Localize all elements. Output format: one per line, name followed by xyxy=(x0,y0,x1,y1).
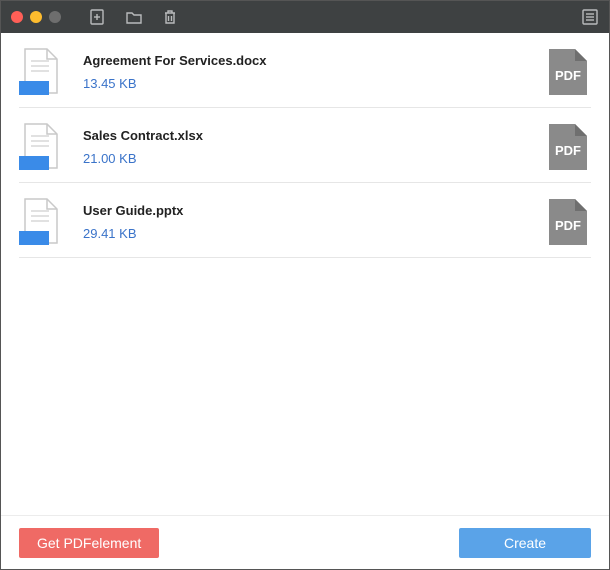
document-icon xyxy=(19,122,65,172)
list-view-icon[interactable] xyxy=(581,8,599,26)
file-name: User Guide.pptx xyxy=(83,203,527,218)
toolbar xyxy=(89,8,179,26)
svg-text:PDF: PDF xyxy=(555,143,581,158)
svg-text:PDF: PDF xyxy=(555,218,581,233)
pdf-target-icon: PDF xyxy=(545,122,591,172)
file-size: 13.45 KB xyxy=(83,76,527,91)
file-name: Agreement For Services.docx xyxy=(83,53,527,68)
titlebar xyxy=(1,1,609,33)
file-size: 21.00 KB xyxy=(83,151,527,166)
file-list: Agreement For Services.docx 13.45 KB PDF… xyxy=(1,33,609,515)
trash-icon[interactable] xyxy=(161,8,179,26)
minimize-window-button[interactable] xyxy=(30,11,42,23)
file-size: 29.41 KB xyxy=(83,226,527,241)
window-controls xyxy=(11,11,61,23)
create-button[interactable]: Create xyxy=(459,528,591,558)
get-pdfelement-button[interactable]: Get PDFelement xyxy=(19,528,159,558)
document-icon xyxy=(19,197,65,247)
file-row[interactable]: Agreement For Services.docx 13.45 KB PDF xyxy=(19,33,591,108)
file-row[interactable]: User Guide.pptx 29.41 KB PDF xyxy=(19,183,591,258)
file-info: User Guide.pptx 29.41 KB xyxy=(83,203,527,241)
file-name: Sales Contract.xlsx xyxy=(83,128,527,143)
file-row[interactable]: Sales Contract.xlsx 21.00 KB PDF xyxy=(19,108,591,183)
add-file-icon[interactable] xyxy=(89,8,107,26)
footer: Get PDFelement Create xyxy=(1,515,609,569)
file-info: Sales Contract.xlsx 21.00 KB xyxy=(83,128,527,166)
pdf-target-icon: PDF xyxy=(545,47,591,97)
svg-text:PDF: PDF xyxy=(555,68,581,83)
document-icon xyxy=(19,47,65,97)
maximize-window-button[interactable] xyxy=(49,11,61,23)
file-info: Agreement For Services.docx 13.45 KB xyxy=(83,53,527,91)
pdf-target-icon: PDF xyxy=(545,197,591,247)
close-window-button[interactable] xyxy=(11,11,23,23)
folder-icon[interactable] xyxy=(125,8,143,26)
